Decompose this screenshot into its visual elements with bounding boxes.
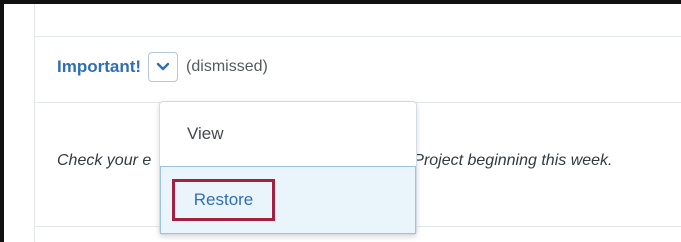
announcement-body-end: Project beginning this week. <box>413 152 613 169</box>
actions-dropdown-menu: View Restore <box>159 101 417 235</box>
announcement-body-start: Check your e <box>57 152 152 169</box>
screenshot-frame: Important! (dismissed) Check your e Proje… <box>0 0 681 242</box>
menu-item-view-label: View <box>187 124 224 143</box>
announcement-header: Important! (dismissed) <box>57 52 268 82</box>
announcement-actions-button[interactable] <box>148 52 179 82</box>
chevron-down-icon <box>156 62 170 71</box>
announcement-title[interactable]: Important! <box>57 57 141 77</box>
menu-item-restore-label: Restore <box>193 190 254 209</box>
divider <box>35 36 681 37</box>
dismissed-status: (dismissed) <box>186 58 268 75</box>
menu-item-view[interactable]: View <box>160 102 416 166</box>
menu-item-restore[interactable]: Restore <box>160 166 416 234</box>
restore-highlight-outline: Restore <box>172 179 275 221</box>
